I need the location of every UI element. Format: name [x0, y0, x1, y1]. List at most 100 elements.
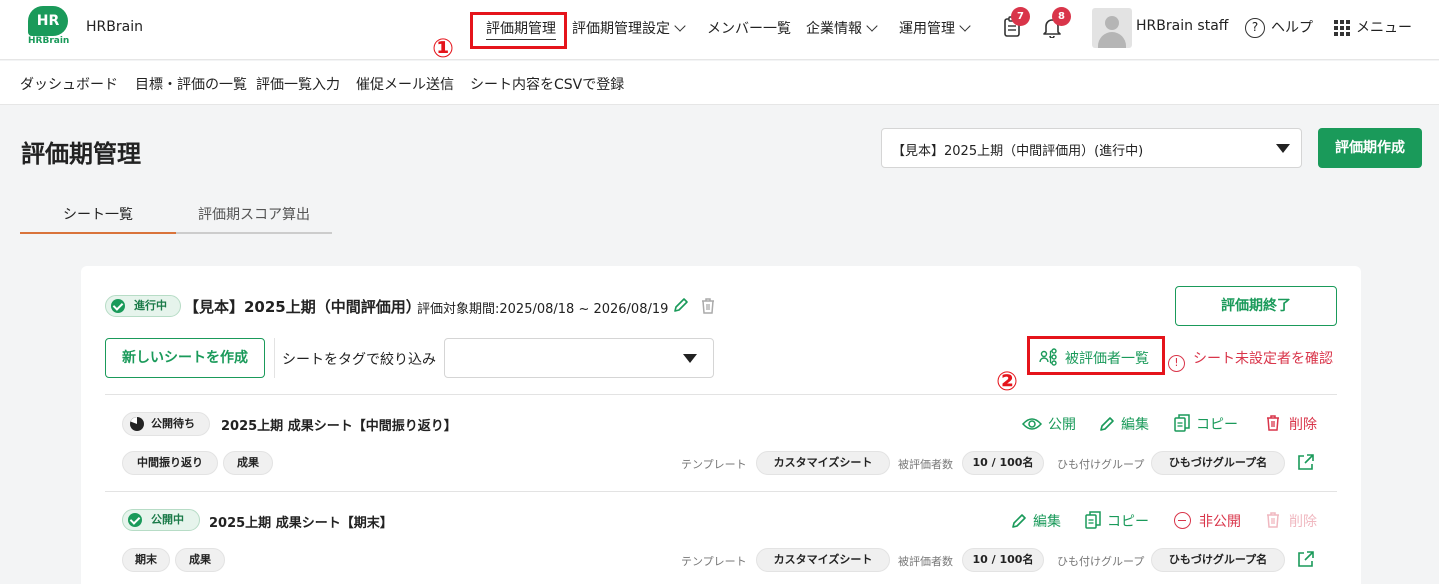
copy-icon	[1085, 511, 1101, 529]
tag-filter-select[interactable]	[444, 338, 714, 378]
delete-period-button[interactable]	[700, 297, 716, 315]
group-name: ひもづけグループ名	[1151, 548, 1285, 572]
logo-wordmark: HRBrain	[28, 36, 70, 46]
status-badge: 進行中	[105, 295, 181, 317]
avatar-head	[1105, 16, 1119, 30]
top-bar: HR HRBrain HRBrain 評価期管理 評価期管理設定 メンバー一覧 …	[0, 0, 1439, 60]
nav-members[interactable]: メンバー一覧	[707, 18, 791, 38]
pencil-icon	[674, 298, 688, 312]
hrbrain-logo[interactable]: HR HRBrain	[28, 6, 70, 46]
question-icon: ?	[1245, 18, 1265, 38]
nav-company-info[interactable]: 企業情報	[806, 18, 878, 38]
edit-sheet-label: 編集	[1121, 417, 1149, 433]
template-name: カスタマイズシート	[756, 451, 890, 475]
check-unassigned-link[interactable]: ! シート未設定者を確認	[1168, 348, 1333, 372]
divider	[274, 338, 275, 378]
end-period-button[interactable]: 評価期終了	[1175, 286, 1337, 326]
help-label: ヘルプ	[1271, 20, 1313, 36]
delete-sheet-label: 削除	[1289, 417, 1317, 433]
create-sheet-button[interactable]: 新しいシートを作成	[105, 338, 265, 378]
check-circle-icon	[128, 513, 142, 527]
page-title: 評価期管理	[21, 140, 141, 168]
menu-button[interactable]: メニュー	[1334, 17, 1412, 37]
delete-sheet-button-disabled: 削除	[1265, 511, 1317, 531]
edit-sheet-button[interactable]: 編集	[1011, 511, 1061, 531]
check-unassigned-label: シート未設定者を確認	[1193, 351, 1333, 367]
callout-step-2: ②	[996, 367, 1019, 397]
chevron-down-icon	[674, 20, 686, 32]
sheet-tag: 期末	[122, 548, 170, 572]
period-card: 進行中 【見本】2025上期（中間評価用） 評価対象期間:2025/08/18 …	[81, 266, 1361, 584]
sheet-tag: 成果	[175, 548, 225, 572]
sheet-status-label: 公開待ち	[151, 417, 195, 430]
open-external-button[interactable]	[1297, 454, 1314, 471]
help-link[interactable]: ? ヘルプ	[1245, 17, 1313, 38]
subnav-reminder-mail[interactable]: 催促メール送信	[356, 74, 454, 94]
chevron-down-icon	[866, 20, 878, 32]
eye-icon	[1022, 416, 1042, 432]
create-period-button[interactable]: 評価期作成	[1318, 128, 1422, 168]
template-label: テンプレート	[681, 458, 747, 471]
subnav-dashboard[interactable]: ダッシュボード	[20, 74, 118, 94]
sub-navigation: ダッシュボード 目標・評価の一覧 評価一覧入力 催促メール送信 シート内容をCS…	[0, 61, 1439, 105]
caret-down-icon	[683, 354, 697, 363]
sheet-status-badge: 公開待ち	[122, 412, 210, 436]
pencil-icon	[1011, 513, 1027, 529]
pending-pie-icon	[130, 417, 144, 431]
edit-period-button[interactable]	[673, 297, 689, 313]
subnav-bulk-evaluation-input[interactable]: 評価一覧入力	[256, 74, 340, 94]
unpublish-button[interactable]: 非公開	[1174, 511, 1241, 531]
sheet-tag: 成果	[223, 451, 273, 475]
edit-sheet-button[interactable]: 編集	[1099, 414, 1149, 434]
nav-operations[interactable]: 運用管理	[899, 18, 971, 38]
evaluatee-count-label: 被評価者数	[898, 555, 953, 568]
open-external-button[interactable]	[1297, 551, 1314, 568]
tab-bar: シート一覧 評価期スコア算出	[20, 198, 332, 234]
sheet-title[interactable]: 2025上期 成果シート【期末】	[209, 512, 393, 531]
tab-period-score[interactable]: 評価期スコア算出	[176, 198, 332, 234]
highlight-box-2	[1027, 336, 1165, 375]
period-title: 【見本】2025上期（中間評価用）	[184, 298, 421, 316]
edit-sheet-label: 編集	[1033, 514, 1061, 530]
nav-operations-label: 運用管理	[899, 21, 955, 37]
nav-company-info-label: 企業情報	[806, 21, 862, 37]
period-select[interactable]: 【見本】2025上期（中間評価用）(進行中)	[881, 128, 1302, 168]
caret-down-icon	[1276, 144, 1290, 153]
logo-mark: HR	[28, 6, 68, 36]
chevron-down-icon	[959, 20, 971, 32]
menu-label: メニュー	[1356, 20, 1412, 36]
alert-circle-icon: !	[1168, 355, 1185, 372]
tab-sheet-list[interactable]: シート一覧	[20, 198, 176, 234]
evaluatee-count: 10 / 100名	[962, 548, 1044, 572]
avatar[interactable]	[1092, 8, 1132, 48]
status-badge-label: 進行中	[134, 299, 167, 312]
publish-button[interactable]: 公開	[1022, 414, 1076, 434]
evaluatee-count-label: 被評価者数	[898, 458, 953, 471]
sheet-tag: 中間振り返り	[122, 451, 218, 475]
highlight-box-1	[470, 12, 567, 49]
copy-sheet-button[interactable]: コピー	[1174, 414, 1238, 434]
evaluation-period-range: 評価対象期間:2025/08/18 ~ 2026/08/19	[417, 302, 669, 317]
delete-sheet-label: 削除	[1289, 514, 1317, 530]
notification-count-badge: 8	[1052, 7, 1071, 26]
copy-sheet-button[interactable]: コピー	[1085, 511, 1149, 531]
trash-icon	[1265, 414, 1281, 432]
divider	[105, 394, 1337, 395]
company-name: HRBrain	[86, 19, 143, 35]
subnav-goal-evaluation-list[interactable]: 目標・評価の一覧	[135, 74, 247, 94]
subnav-csv-import[interactable]: シート内容をCSVで登録	[470, 74, 624, 94]
divider	[105, 491, 1337, 492]
copy-sheet-label: コピー	[1107, 514, 1149, 530]
delete-sheet-button[interactable]: 削除	[1265, 414, 1317, 434]
callout-step-1: ①	[432, 34, 455, 64]
task-count-badge: 7	[1011, 7, 1030, 26]
nav-period-settings[interactable]: 評価期管理設定	[572, 18, 686, 38]
sheet-title[interactable]: 2025上期 成果シート【中間振り返り】	[221, 415, 457, 434]
pencil-icon	[1099, 416, 1115, 432]
user-name[interactable]: HRBrain staff	[1136, 18, 1228, 34]
avatar-body	[1098, 32, 1126, 48]
group-name: ひもづけグループ名	[1151, 451, 1285, 475]
external-link-icon	[1298, 454, 1314, 470]
template-label: テンプレート	[681, 555, 747, 568]
sheet-status-label: 公開中	[151, 513, 184, 526]
